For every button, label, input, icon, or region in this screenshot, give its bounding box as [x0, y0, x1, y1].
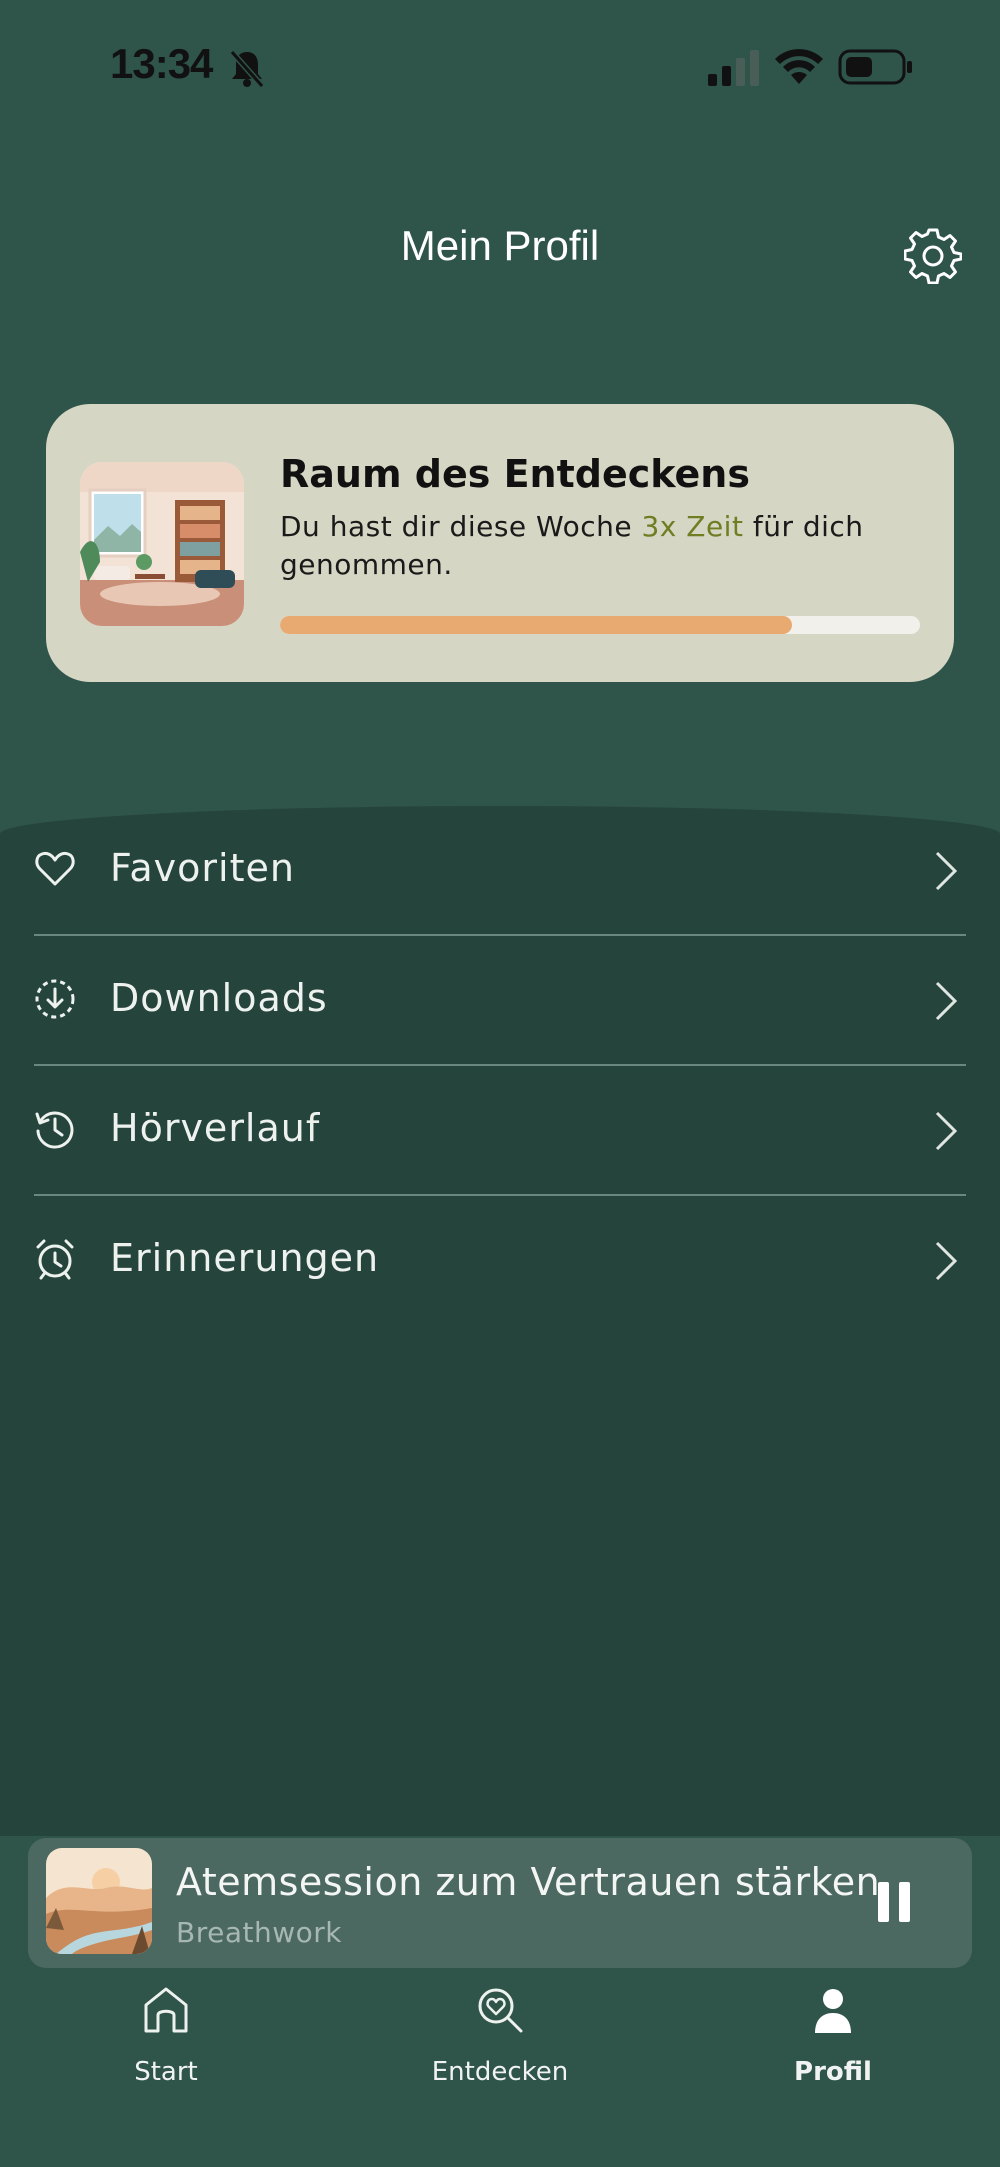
- tab-label: Profil: [794, 2057, 872, 2087]
- profile-icon: [815, 1989, 851, 2033]
- progress-card[interactable]: Raum des Entdeckens Du hast dir diese Wo…: [46, 404, 954, 682]
- settings-gear-icon[interactable]: [904, 226, 962, 284]
- menu-item-label: Favoriten: [110, 846, 295, 890]
- discover-icon: [478, 1988, 523, 2033]
- player-artwork: [46, 1848, 152, 1954]
- bell-muted-icon: [229, 50, 265, 88]
- home-icon: [144, 1987, 188, 2033]
- progress-bar: [280, 616, 920, 634]
- tab-profil[interactable]: Profil: [723, 1975, 943, 2095]
- download-icon: [35, 979, 75, 1019]
- menu-item-label: Downloads: [110, 976, 328, 1020]
- status-bar: 13:34: [0, 0, 1000, 130]
- mini-player[interactable]: Atemsession zum Vertrauen stärken Breath…: [28, 1838, 972, 1968]
- tab-label: Start: [134, 2057, 198, 2087]
- player-subtitle: Breathwork: [176, 1916, 342, 1949]
- chevron-right-icon: [935, 851, 958, 891]
- chevron-right-icon: [935, 1241, 958, 1281]
- menu-item-hoerverlauf[interactable]: Hörverlauf: [34, 1066, 966, 1196]
- player-title: Atemsession zum Vertrauen stärken: [176, 1860, 881, 1904]
- menu-item-downloads[interactable]: Downloads: [34, 936, 966, 1066]
- history-icon: [35, 1111, 74, 1149]
- menu-item-label: Erinnerungen: [110, 1236, 380, 1280]
- page-title: Mein Profil: [400, 222, 600, 269]
- status-time: 13:34: [110, 40, 213, 87]
- heart-icon: [35, 851, 75, 886]
- card-text-before: Du hast dir diese Woche: [280, 510, 642, 543]
- battery-icon: [838, 49, 912, 85]
- tab-label: Entdecken: [431, 2057, 569, 2087]
- pause-icon[interactable]: [874, 1878, 914, 1926]
- room-illustration: [80, 462, 244, 626]
- wifi-icon: [775, 49, 823, 84]
- tab-entdecken[interactable]: Entdecken: [390, 1975, 610, 2095]
- progress-bar-fill: [280, 616, 792, 634]
- chevron-right-icon: [935, 981, 958, 1021]
- tab-bar: Start Entdecken Profil: [0, 1975, 1000, 2167]
- tab-start[interactable]: Start: [56, 1975, 276, 2095]
- signal-icon: [708, 50, 759, 86]
- alarm-icon: [36, 1239, 74, 1280]
- menu-item-label: Hörverlauf: [110, 1106, 321, 1150]
- card-title: Raum des Entdeckens: [280, 452, 750, 496]
- menu-item-favoriten[interactable]: Favoriten: [34, 806, 966, 936]
- card-text: Du hast dir diese Woche 3x Zeit für dich…: [280, 508, 880, 584]
- chevron-right-icon: [935, 1111, 958, 1151]
- menu-sheet: Favoriten Downloads Hörverlauf Erinnerun…: [0, 806, 1000, 1836]
- card-text-highlight: 3x Zeit: [641, 510, 744, 543]
- menu-item-erinnerungen[interactable]: Erinnerungen: [34, 1196, 966, 1326]
